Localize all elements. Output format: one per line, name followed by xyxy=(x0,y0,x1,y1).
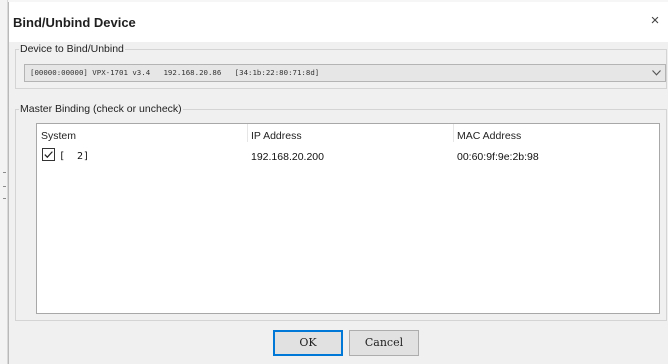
close-icon: × xyxy=(650,12,660,29)
column-header-mac-address[interactable]: MAC Address xyxy=(457,130,521,142)
system-checkbox[interactable] xyxy=(42,148,55,161)
column-separator[interactable] xyxy=(453,124,454,142)
column-separator[interactable] xyxy=(247,124,248,142)
device-select-value: [00000:00000] VPX-1701 v3.4 192.168.20.8… xyxy=(30,68,320,77)
row-ip-address: 192.168.20.200 xyxy=(251,151,324,163)
master-binding-list[interactable]: System IP Address MAC Address [ 2] 192.1… xyxy=(36,123,660,314)
column-header-ip-address[interactable]: IP Address xyxy=(251,130,302,142)
chevron-down-icon[interactable] xyxy=(650,65,662,81)
row-mac-address: 00:60:9f:9e:2b:98 xyxy=(457,151,539,163)
dialog-title: Bind/Unbind Device xyxy=(13,15,136,30)
row-system: [ 2] xyxy=(59,151,90,162)
bind-unbind-dialog: Bind/Unbind Device × Device to Bind/Unbi… xyxy=(8,2,668,364)
background-tick-mark xyxy=(3,186,6,187)
column-header-system[interactable]: System xyxy=(41,130,76,142)
background-tick-mark xyxy=(3,172,6,173)
title-bar[interactable]: Bind/Unbind Device × xyxy=(9,2,668,42)
ok-button[interactable]: OK xyxy=(273,330,343,356)
device-select[interactable]: [00000:00000] VPX-1701 v3.4 192.168.20.8… xyxy=(24,64,666,82)
background-window-edge xyxy=(0,0,8,364)
background-tick-mark xyxy=(3,198,6,199)
checkmark-icon xyxy=(44,151,53,159)
close-button[interactable]: × xyxy=(642,10,668,34)
master-binding-group-label: Master Binding (check or uncheck) xyxy=(19,103,183,115)
cancel-button[interactable]: Cancel xyxy=(349,330,419,356)
device-group-label: Device to Bind/Unbind xyxy=(19,43,125,55)
